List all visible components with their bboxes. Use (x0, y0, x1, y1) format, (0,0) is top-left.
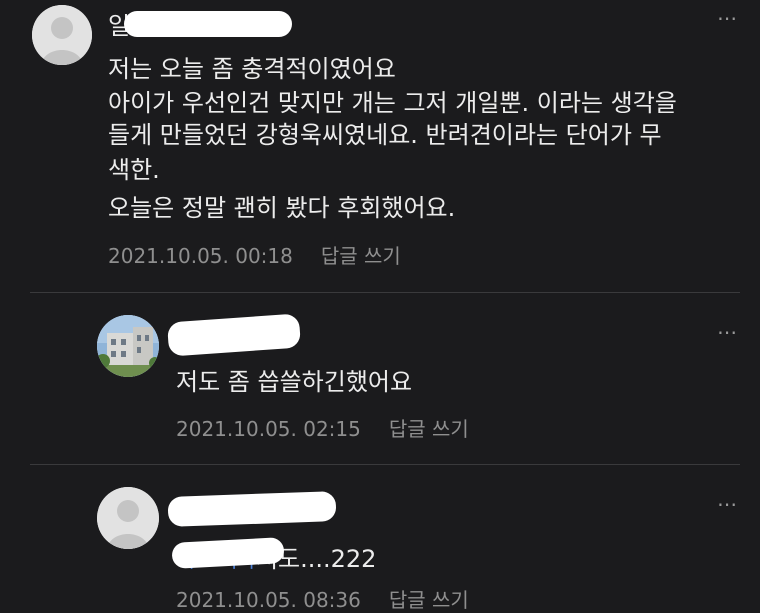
default-avatar-icon (97, 487, 159, 549)
reply-button[interactable]: 답글 쓰기 (321, 244, 401, 268)
comment-line: 들게 만들었던 강형욱씨였네요. 반려견이라는 단어가 무 (108, 121, 662, 149)
redaction-mark (124, 11, 292, 37)
comment-meta: 2021.10.05. 02:15 답글 쓰기 (176, 413, 469, 442)
reply-button[interactable]: 답글 쓰기 (389, 588, 469, 612)
timestamp: 2021.10.05. 08:36 (176, 588, 361, 612)
comment-meta: 2021.10.05. 08:36 답글 쓰기 (176, 584, 469, 613)
comment-line: 저는 오늘 좀 충격적이였어요 (108, 55, 396, 83)
avatar[interactable] (32, 5, 92, 65)
timestamp: 2021.10.05. 00:18 (108, 244, 293, 268)
redaction-mark (166, 313, 302, 357)
comment-line: 저도 좀 씁쓸하긴했어요 (176, 368, 413, 396)
comment-line: 색한. (108, 156, 160, 184)
comment-line: 오늘은 정말 괜히 봤다 후회했어요. (108, 194, 456, 222)
more-options-icon[interactable]: ⋯ (717, 8, 738, 28)
timestamp: 2021.10.05. 02:15 (176, 417, 361, 441)
comment-meta: 2021.10.05. 00:18 답글 쓰기 (108, 240, 401, 269)
more-options-icon[interactable]: ⋯ (717, 322, 738, 342)
reply-button[interactable]: 답글 쓰기 (389, 417, 469, 441)
avatar[interactable] (97, 315, 159, 377)
building-photo-avatar (97, 315, 159, 377)
avatar[interactable] (97, 487, 159, 549)
default-avatar-icon (32, 5, 92, 65)
divider (30, 292, 740, 293)
redaction-mark (167, 491, 337, 527)
more-options-icon[interactable]: ⋯ (717, 494, 738, 514)
divider (30, 464, 740, 465)
